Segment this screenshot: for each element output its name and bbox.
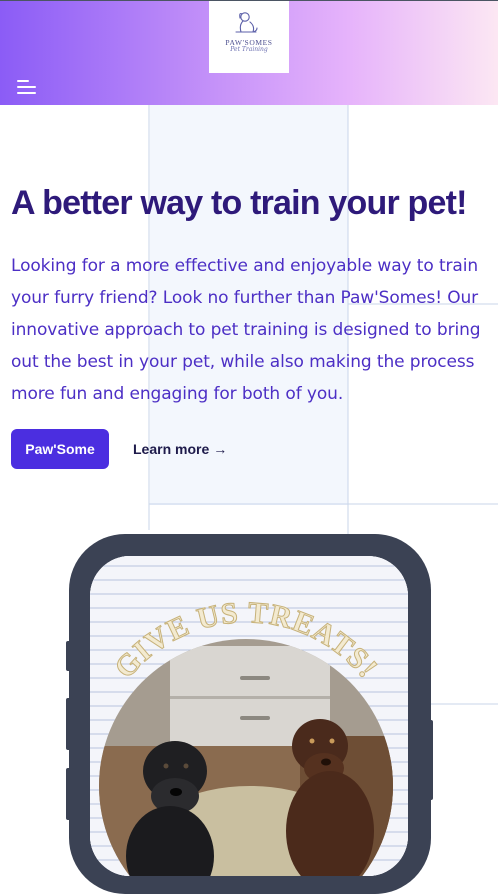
dogs-photo: GIVE US TREATS! xyxy=(90,556,408,876)
phone-screen: GIVE US TREATS! xyxy=(90,556,408,876)
site-header: PAW'SOMES Pet Training xyxy=(0,0,498,105)
pawsome-button[interactable]: Paw'Some xyxy=(11,429,109,469)
logo[interactable]: PAW'SOMES Pet Training xyxy=(209,1,289,73)
arrow-right-icon: → xyxy=(213,441,228,457)
hamburger-menu-icon[interactable] xyxy=(17,78,39,96)
hero-description: Looking for a more effective and enjoyab… xyxy=(11,256,481,404)
logo-subtitle: Pet Training xyxy=(230,46,268,53)
dog-logo-icon xyxy=(235,12,258,33)
hero-title: A better way to train your pet! xyxy=(11,184,467,222)
learn-more-link[interactable]: Learn more → xyxy=(133,439,227,459)
learn-more-label: Learn more xyxy=(133,441,210,457)
